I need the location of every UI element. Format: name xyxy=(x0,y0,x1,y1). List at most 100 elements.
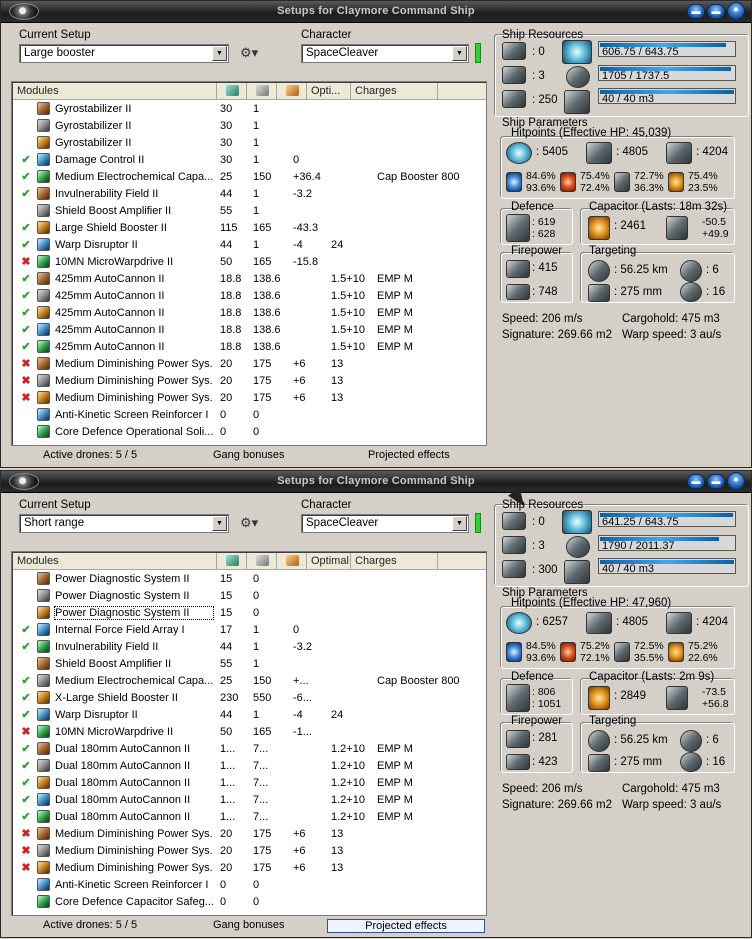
module-row[interactable]: Anti-Kinetic Screen Reinforcer I 0 0 xyxy=(13,407,486,424)
minimize-icon[interactable]: ▬ xyxy=(687,4,705,19)
module-row[interactable]: ✔ Dual 180mm AutoCannon II 1... 7... 1.2+10 E… xyxy=(13,758,486,775)
module-row[interactable]: ✖ Medium Diminishing Power Sys... 20 175 +6 1… xyxy=(13,860,486,877)
module-row[interactable]: ✔ Invulnerability Field II 44 1 -3.2 xyxy=(13,639,486,656)
module-row[interactable]: ✔ Dual 180mm AutoCannon II 1... 7... 1.2+10 E… xyxy=(13,809,486,826)
offline-x-icon[interactable]: ✖ xyxy=(20,391,32,404)
chevron-down-icon[interactable]: ▼ xyxy=(212,516,227,531)
active-check-icon[interactable]: ✔ xyxy=(20,340,32,353)
active-check-icon[interactable]: ✔ xyxy=(20,759,32,772)
active-check-icon[interactable]: ✔ xyxy=(20,187,32,200)
minimize-icon[interactable]: ▬ xyxy=(687,474,705,489)
module-row[interactable]: ✔ Dual 180mm AutoCannon II 1... 7... 1.2+10 E… xyxy=(13,792,486,809)
module-row[interactable]: ✔ Invulnerability Field II 44 1 -3.2 xyxy=(13,186,486,203)
module-row[interactable]: Anti-Kinetic Screen Reinforcer I 0 0 xyxy=(13,877,486,894)
module-row[interactable]: Core Defence Operational Soli... 0 0 xyxy=(13,424,486,441)
module-row[interactable]: Gyrostabilizer II 30 1 xyxy=(13,135,486,152)
module-row[interactable]: ✔ 425mm AutoCannon II 18.8 138.6 1.5+10 EMP M xyxy=(13,322,486,339)
modules-table[interactable]: Modules Optimal Charges Power Diagnostic Sy… xyxy=(11,551,487,916)
module-row[interactable]: Shield Boost Amplifier II 55 1 xyxy=(13,203,486,220)
active-drones-label[interactable]: Active drones: 5 / 5 xyxy=(43,919,137,931)
active-check-icon[interactable]: ✔ xyxy=(20,289,32,302)
col-powergrid-icon[interactable] xyxy=(247,83,277,100)
gang-bonuses-button[interactable]: Gang bonuses xyxy=(213,449,285,461)
active-check-icon[interactable]: ✔ xyxy=(20,272,32,285)
module-row[interactable]: ✔ Warp Disruptor II 44 1 -4 24 xyxy=(13,707,486,724)
module-row[interactable]: ✔ 425mm AutoCannon II 18.8 138.6 1.5+10 EMP M xyxy=(13,305,486,322)
offline-x-icon[interactable]: ✖ xyxy=(20,861,32,874)
active-check-icon[interactable]: ✔ xyxy=(20,793,32,806)
module-row[interactable]: ✖ Medium Diminishing Power Sys... 20 175 +6 1… xyxy=(13,373,486,390)
modules-table[interactable]: Modules Opti... Charges Gyrostabilizer II 30… xyxy=(11,81,487,446)
module-row[interactable]: Shield Boost Amplifier II 55 1 xyxy=(13,656,486,673)
offline-x-icon[interactable]: ✖ xyxy=(20,255,32,268)
col-optimal[interactable]: Opti... xyxy=(307,83,351,100)
active-check-icon[interactable]: ✔ xyxy=(20,623,32,636)
module-row[interactable]: ✔ Medium Electrochemical Capa... 25 150 +36.… xyxy=(13,169,486,186)
col-modules[interactable]: Modules xyxy=(13,83,217,100)
col-capacitor-icon[interactable] xyxy=(277,83,307,100)
close-icon[interactable]: ● xyxy=(727,472,745,490)
module-row[interactable]: Core Defence Capacitor Safeg... 0 0 xyxy=(13,894,486,911)
module-row[interactable]: ✔ 425mm AutoCannon II 18.8 138.6 1.5+10 EMP M xyxy=(13,271,486,288)
module-row[interactable]: ✔ Damage Control II 30 1 0 xyxy=(13,152,486,169)
projected-effects-button[interactable]: Projected effects xyxy=(327,919,485,933)
module-row[interactable]: Power Diagnostic System II 15 0 xyxy=(13,605,486,622)
setup-tools-icon[interactable]: ⚙▾ xyxy=(240,515,258,531)
active-check-icon[interactable]: ✔ xyxy=(20,742,32,755)
col-capacitor-icon[interactable] xyxy=(277,553,307,570)
module-row[interactable]: ✖ Medium Diminishing Power Sys... 20 175 +6 1… xyxy=(13,826,486,843)
character-select[interactable]: SpaceCleaver ▼ xyxy=(301,514,469,533)
close-icon[interactable]: ● xyxy=(727,2,745,20)
col-charges[interactable]: Charges xyxy=(351,83,438,100)
offline-x-icon[interactable]: ✖ xyxy=(20,827,32,840)
title-bar[interactable]: Setups for Claymore Command Ship ▬ ▬ ● xyxy=(1,1,751,23)
module-row[interactable]: ✔ Dual 180mm AutoCannon II 1... 7... 1.2+10 E… xyxy=(13,741,486,758)
active-check-icon[interactable]: ✔ xyxy=(20,776,32,789)
module-row[interactable]: Power Diagnostic System II 15 0 xyxy=(13,571,486,588)
col-cpu-icon[interactable] xyxy=(217,553,247,570)
active-check-icon[interactable]: ✔ xyxy=(20,691,32,704)
chevron-down-icon[interactable]: ▼ xyxy=(452,516,467,531)
chevron-down-icon[interactable]: ▼ xyxy=(452,46,467,61)
col-modules[interactable]: Modules xyxy=(13,553,217,570)
active-check-icon[interactable]: ✔ xyxy=(20,306,32,319)
module-row[interactable]: ✖ 10MN MicroWarpdrive II 50 165 -1... xyxy=(13,724,486,741)
setup-select[interactable]: Large booster ▼ xyxy=(19,44,229,63)
module-row[interactable]: ✔ Warp Disruptor II 44 1 -4 24 xyxy=(13,237,486,254)
col-charges[interactable]: Charges xyxy=(351,553,438,570)
active-check-icon[interactable]: ✔ xyxy=(20,153,32,166)
module-row[interactable]: ✖ Medium Diminishing Power Sys... 20 175 +6 1… xyxy=(13,843,486,860)
module-row[interactable]: Gyrostabilizer II 30 1 xyxy=(13,101,486,118)
character-select[interactable]: SpaceCleaver ▼ xyxy=(301,44,469,63)
col-optimal[interactable]: Optimal xyxy=(307,553,351,570)
col-powergrid-icon[interactable] xyxy=(247,553,277,570)
projected-effects-button[interactable]: Projected effects xyxy=(368,449,450,461)
active-check-icon[interactable]: ✔ xyxy=(20,708,32,721)
module-row[interactable]: ✔ Large Shield Booster II 115 165 -43.3 xyxy=(13,220,486,237)
active-check-icon[interactable]: ✔ xyxy=(20,238,32,251)
module-row[interactable]: ✔ Dual 180mm AutoCannon II 1... 7... 1.2+10 E… xyxy=(13,775,486,792)
module-row[interactable]: ✖ Medium Diminishing Power Sys... 20 175 +6 1… xyxy=(13,390,486,407)
module-row[interactable]: Power Diagnostic System II 15 0 xyxy=(13,588,486,605)
module-row[interactable]: ✔ X-Large Shield Booster II 230 550 -6... xyxy=(13,690,486,707)
module-row[interactable]: ✖ Medium Diminishing Power Sys... 20 175 +6 1… xyxy=(13,356,486,373)
module-row[interactable]: ✔ 425mm AutoCannon II 18.8 138.6 1.5+10 EMP M xyxy=(13,339,486,356)
module-row[interactable]: ✖ 10MN MicroWarpdrive II 50 165 -15.8 xyxy=(13,254,486,271)
maximize-icon[interactable]: ▬ xyxy=(707,4,725,19)
chevron-down-icon[interactable]: ▼ xyxy=(212,46,227,61)
offline-x-icon[interactable]: ✖ xyxy=(20,844,32,857)
active-check-icon[interactable]: ✔ xyxy=(20,674,32,687)
offline-x-icon[interactable]: ✖ xyxy=(20,357,32,370)
offline-x-icon[interactable]: ✖ xyxy=(20,374,32,387)
col-cpu-icon[interactable] xyxy=(217,83,247,100)
module-row[interactable]: ✔ Medium Electrochemical Capa... 25 150 +...… xyxy=(13,673,486,690)
offline-x-icon[interactable]: ✖ xyxy=(20,725,32,738)
active-check-icon[interactable]: ✔ xyxy=(20,170,32,183)
maximize-icon[interactable]: ▬ xyxy=(707,474,725,489)
title-bar[interactable]: Setups for Claymore Command Ship ▬ ▬ ● xyxy=(1,471,751,493)
module-row[interactable]: ✔ Internal Force Field Array I 17 1 0 xyxy=(13,622,486,639)
active-check-icon[interactable]: ✔ xyxy=(20,323,32,336)
module-row[interactable]: ✔ 425mm AutoCannon II 18.8 138.6 1.5+10 EMP M xyxy=(13,288,486,305)
gang-bonuses-button[interactable]: Gang bonuses xyxy=(213,919,285,931)
setup-select[interactable]: Short range ▼ xyxy=(19,514,229,533)
